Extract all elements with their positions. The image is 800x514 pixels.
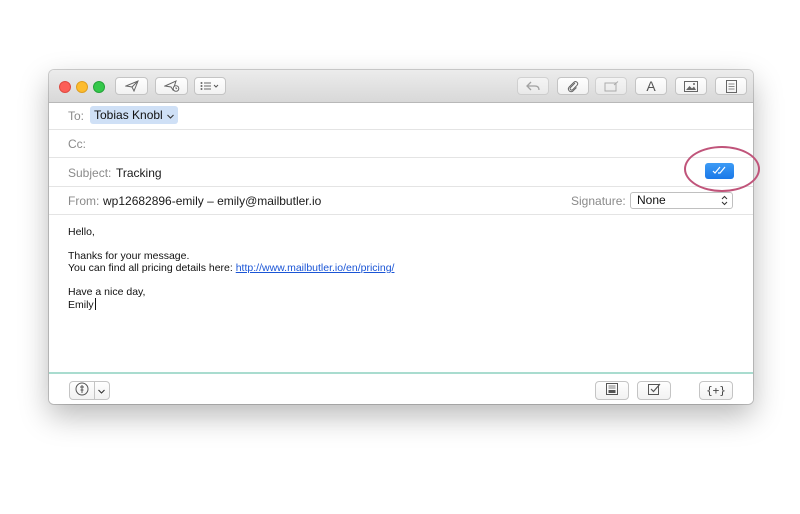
- photo-browser-button[interactable]: [675, 77, 707, 95]
- notes-icon: [606, 383, 618, 398]
- list-format-icon: [200, 81, 220, 91]
- code-insert-button[interactable]: {+}: [699, 381, 733, 400]
- mail-compose-window: A To: Tobias Knobl Cc: Subject: Tracking…: [49, 70, 753, 404]
- from-account-select[interactable]: wp12682896-emily – emily@mailbutler.io: [103, 194, 321, 208]
- highlight-circle: [684, 146, 760, 192]
- chevron-updown-icon: [721, 195, 728, 210]
- from-label: From:: [68, 194, 100, 208]
- pricing-link[interactable]: http://www.mailbutler.io/en/pricing/: [236, 262, 395, 274]
- reply-button[interactable]: [517, 77, 549, 95]
- message-body[interactable]: Hello, Thanks for your message. You can …: [68, 226, 395, 311]
- name-line: Emily: [68, 298, 96, 311]
- attachment-icon: [567, 80, 579, 93]
- calendar-icon: [725, 79, 737, 93]
- recipient-name: Tobias Knobl: [94, 108, 163, 122]
- text-cursor: [94, 298, 96, 310]
- toolbar: A: [49, 70, 753, 103]
- mailbutler-footer: {+}: [49, 372, 753, 404]
- to-row: To: Tobias Knobl: [49, 102, 753, 130]
- send-later-button[interactable]: [155, 77, 188, 95]
- cc-row[interactable]: Cc:: [49, 130, 753, 158]
- font-icon: A: [646, 78, 656, 94]
- divider: [93, 381, 95, 400]
- zoom-window-button[interactable]: [93, 81, 105, 93]
- greeting-line: Hello,: [68, 226, 95, 238]
- chevron-down-icon: [97, 385, 105, 397]
- closing-line: Have a nice day,: [68, 286, 146, 298]
- recipient-token[interactable]: Tobias Knobl: [90, 106, 179, 124]
- body-line-link: You can find all pricing details here: h…: [68, 262, 395, 274]
- task-button[interactable]: [637, 381, 671, 400]
- send-icon: [124, 80, 139, 92]
- subject-field[interactable]: Tracking: [116, 166, 162, 180]
- task-icon: [647, 383, 661, 398]
- calendar-button[interactable]: [715, 77, 747, 95]
- close-window-button[interactable]: [59, 81, 71, 93]
- from-row: From: wp12682896-emily – emily@mailbutle…: [49, 187, 753, 215]
- mailbutler-menu-button[interactable]: [69, 381, 110, 400]
- template-icon: [604, 80, 619, 92]
- cc-label: Cc:: [68, 137, 86, 151]
- signature-select[interactable]: None: [630, 192, 733, 209]
- reply-icon: [526, 81, 540, 91]
- minimize-window-button[interactable]: [76, 81, 88, 93]
- code-icon: {+}: [706, 384, 726, 397]
- header-fields-menu[interactable]: [194, 77, 226, 95]
- format-button[interactable]: A: [635, 77, 667, 95]
- snooze-send-icon: [163, 80, 180, 92]
- signature-label: Signature:: [571, 194, 626, 208]
- photo-icon: [684, 80, 698, 92]
- subject-label: Subject:: [68, 166, 112, 180]
- signature-value: None: [637, 193, 666, 207]
- attach-button[interactable]: [557, 77, 589, 95]
- body-line: Thanks for your message.: [68, 250, 190, 262]
- notes-button[interactable]: [595, 381, 629, 400]
- mailbutler-icon: [75, 382, 89, 399]
- stationery-button[interactable]: [595, 77, 627, 95]
- to-label: To:: [68, 109, 85, 123]
- send-button[interactable]: [115, 77, 148, 95]
- chevron-down-icon: [166, 108, 174, 122]
- subject-row: Subject: Tracking: [49, 158, 753, 187]
